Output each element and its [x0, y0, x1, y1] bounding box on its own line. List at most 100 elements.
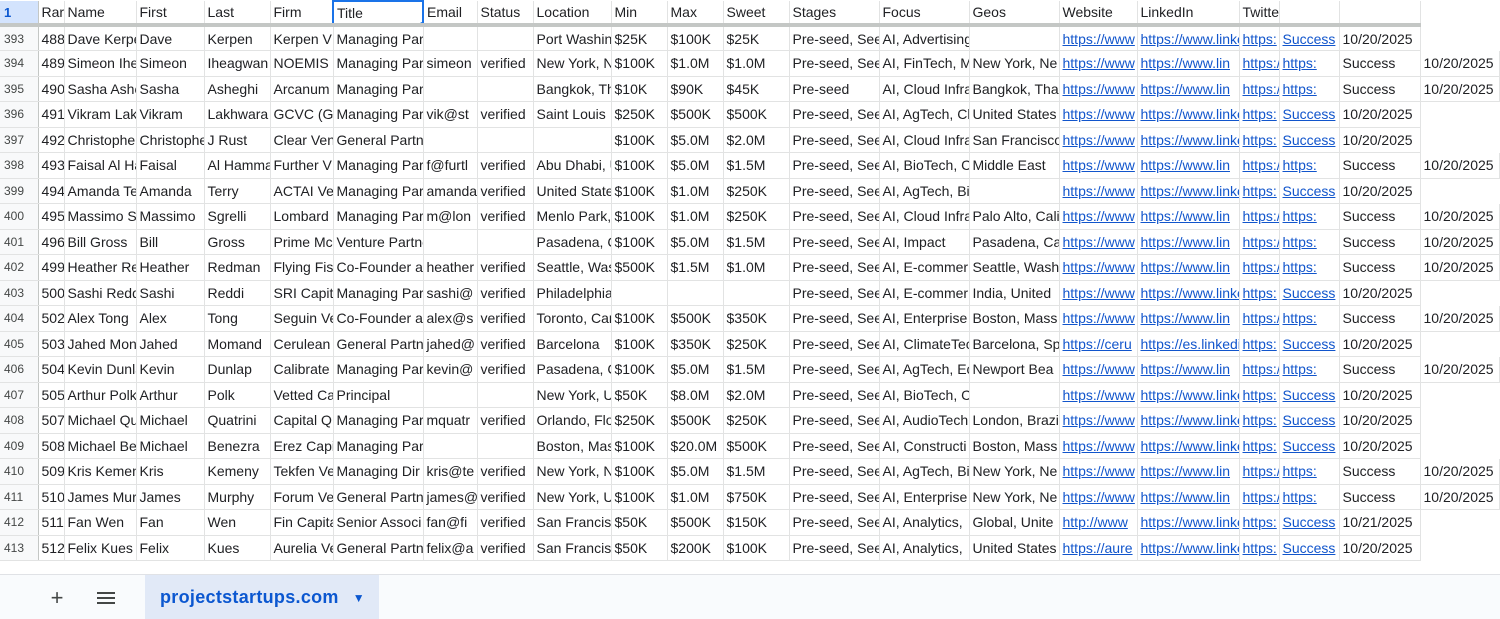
table-cell[interactable]: 512	[38, 535, 65, 561]
table-cell[interactable]: Pre-seed, See	[789, 203, 880, 230]
row-number[interactable]: 406	[0, 356, 39, 383]
table-cell[interactable]: $1.0M	[667, 178, 724, 204]
table-cell[interactable]: James Mur	[64, 484, 137, 510]
table-cell[interactable]: Lakhwara	[204, 101, 271, 128]
table-cell[interactable]: Seattle, Wash	[969, 254, 1060, 281]
table-cell[interactable]: fan@fi	[423, 509, 478, 536]
row-number[interactable]: 397	[0, 127, 39, 153]
table-cell[interactable]: http://www	[1059, 509, 1138, 536]
table-cell[interactable]: https://www	[1059, 484, 1138, 510]
table-cell[interactable]: 10/20/2025	[1420, 76, 1500, 102]
column-header[interactable]: First	[136, 1, 205, 27]
table-cell[interactable]: $50K	[611, 509, 668, 536]
table-cell[interactable]: AI, AgTech, BioTech, Climate	[879, 178, 970, 204]
table-cell[interactable]: Managing Partner	[333, 76, 424, 102]
table-cell[interactable]: https:	[1279, 484, 1340, 510]
table-cell[interactable]: Philadelphia	[533, 280, 612, 306]
table-cell[interactable]: verified	[477, 254, 534, 281]
table-cell[interactable]: Pre-seed	[789, 76, 880, 102]
row-number[interactable]: 394	[0, 50, 39, 77]
table-cell[interactable]: India, United	[969, 280, 1060, 306]
table-cell[interactable]: 10/20/2025	[1339, 433, 1421, 459]
table-cell[interactable]: Terry	[204, 178, 271, 204]
table-cell[interactable]: https://www	[1059, 356, 1138, 383]
table-cell[interactable]: Fan Wen	[64, 509, 137, 536]
table-cell[interactable]: Vikram Lakl	[64, 101, 137, 128]
table-cell[interactable]: Pre-seed, See	[789, 305, 880, 332]
table-cell[interactable]: $500K	[723, 101, 790, 128]
table-cell[interactable]: Polk	[204, 382, 271, 408]
table-cell[interactable]: $250K	[723, 178, 790, 204]
table-cell[interactable]: 10/20/2025	[1420, 203, 1500, 230]
table-cell[interactable]: Tong	[204, 305, 271, 332]
table-cell[interactable]: Sashi Reddi	[64, 280, 137, 306]
table-cell[interactable]	[477, 433, 534, 459]
table-cell[interactable]: 10/20/2025	[1339, 280, 1421, 306]
table-cell[interactable]: $90K	[667, 76, 724, 102]
row-header-corner[interactable]: 1	[0, 1, 39, 27]
table-cell[interactable]: Managing Partner	[333, 25, 424, 51]
table-cell[interactable]: Barcelona	[533, 331, 612, 357]
table-cell[interactable]: $250K	[611, 407, 668, 434]
table-cell[interactable]: https://www.lin	[1137, 50, 1240, 77]
table-cell[interactable]: $250K	[723, 407, 790, 434]
table-cell[interactable]: Venture Partner	[333, 229, 424, 255]
table-cell[interactable]: Amanda Te	[64, 178, 137, 204]
table-cell[interactable]: New York, Ne	[969, 50, 1060, 77]
table-cell[interactable]	[667, 280, 724, 306]
table-cell[interactable]: https://www	[1239, 356, 1280, 383]
sheet-tab-projectstartups[interactable]: projectstartups.com ▼	[145, 575, 379, 619]
table-cell[interactable]: $100K	[611, 484, 668, 510]
table-cell[interactable]: Arthur	[136, 382, 205, 408]
table-cell[interactable]: https:	[1279, 152, 1340, 179]
table-cell[interactable]: Kerpen	[204, 25, 271, 51]
table-cell[interactable]: $100K	[611, 331, 668, 357]
caret-down-icon[interactable]: ▼	[353, 591, 365, 605]
table-cell[interactable]: Benezra	[204, 433, 271, 459]
table-cell[interactable]: Menlo Park,	[533, 203, 612, 230]
table-cell[interactable]: $100K	[611, 178, 668, 204]
column-header[interactable]: Stages	[789, 1, 880, 27]
table-cell[interactable]: San Francisco	[969, 127, 1060, 153]
table-cell[interactable]: 496	[38, 229, 65, 255]
table-cell[interactable]: AI, BioTech, Consumer Healt	[879, 382, 970, 408]
table-cell[interactable]: AI, Analytics,	[879, 509, 970, 536]
table-cell[interactable]: AI, Impact	[879, 229, 970, 255]
table-cell[interactable]: London, Brazi	[969, 407, 1060, 434]
table-cell[interactable]: $250K	[723, 203, 790, 230]
row-number[interactable]: 399	[0, 178, 39, 204]
table-cell[interactable]: https://www	[1239, 484, 1280, 510]
table-cell[interactable]: kevin@	[423, 356, 478, 383]
table-cell[interactable]: Pre-seed, See	[789, 356, 880, 383]
table-cell[interactable]: amanda	[423, 178, 478, 204]
table-cell[interactable]: Success	[1339, 305, 1421, 332]
table-cell[interactable]: Momand	[204, 331, 271, 357]
table-cell[interactable]: verified	[477, 203, 534, 230]
table-cell[interactable]: https://www.lin	[1137, 229, 1240, 255]
table-cell[interactable]: verified	[477, 535, 534, 561]
table-cell[interactable]: $750K	[723, 484, 790, 510]
table-cell[interactable]: https:	[1279, 254, 1340, 281]
table-cell[interactable]: 488	[38, 25, 65, 51]
table-cell[interactable]: https:	[1279, 458, 1340, 485]
table-cell[interactable]: $2.0M	[723, 382, 790, 408]
table-cell[interactable]: $5.0M	[667, 356, 724, 383]
table-cell[interactable]: Managing Par	[333, 50, 424, 77]
table-cell[interactable]: 511	[38, 509, 65, 536]
table-cell[interactable]: AI, FinTech, M	[879, 50, 970, 77]
table-cell[interactable]: Simeon Ihe	[64, 50, 137, 77]
table-cell[interactable]: 494	[38, 178, 65, 204]
column-header[interactable]: Website	[1059, 1, 1138, 27]
table-cell[interactable]: https://www.lin	[1137, 152, 1240, 179]
table-cell[interactable]: Calibrate	[270, 356, 334, 383]
table-cell[interactable]	[423, 76, 478, 102]
table-cell[interactable]: 10/20/2025	[1339, 127, 1421, 153]
table-cell[interactable]: 489	[38, 50, 65, 77]
table-cell[interactable]: Port Washin	[533, 25, 612, 51]
table-cell[interactable]: Managing Par	[333, 356, 424, 383]
table-cell[interactable]: $100K	[611, 127, 668, 153]
table-cell[interactable]: https://www.linkedin.com/ir	[1137, 101, 1240, 128]
table-cell[interactable]: Arthur Polk	[64, 382, 137, 408]
table-cell[interactable]: $100K	[611, 50, 668, 77]
column-header[interactable]: Min	[611, 1, 668, 27]
